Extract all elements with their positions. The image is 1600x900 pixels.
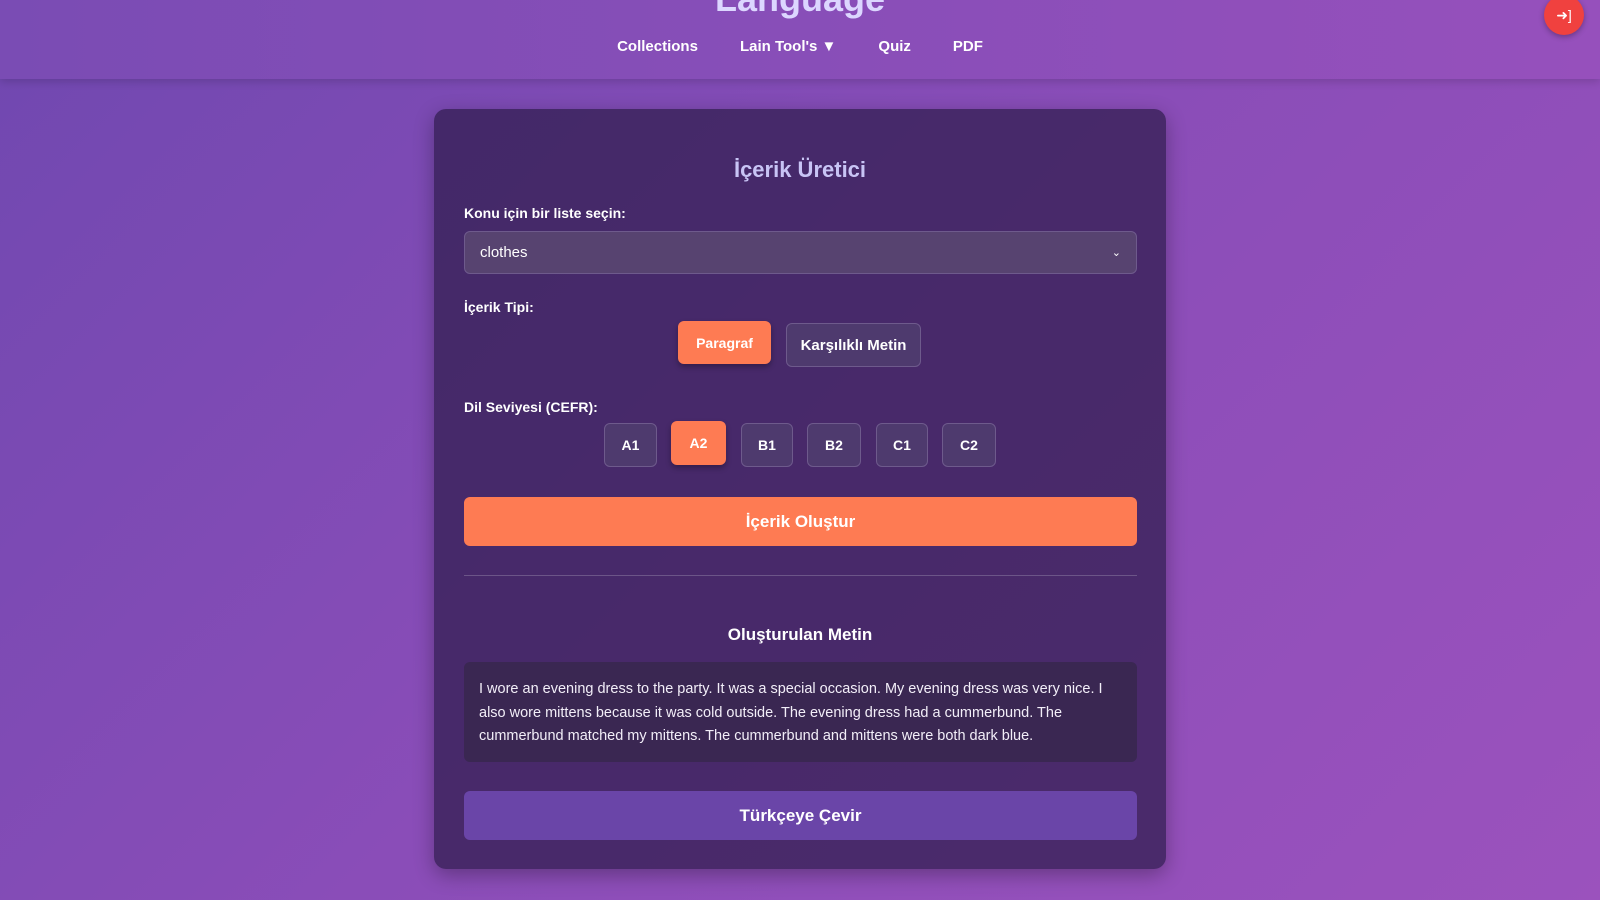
nav-pdf[interactable]: PDF: [953, 38, 983, 55]
generate-button[interactable]: İçerik Oluştur: [464, 497, 1137, 546]
level-b1-button[interactable]: B1: [741, 423, 793, 467]
nav-quiz[interactable]: Quiz: [878, 38, 911, 55]
level-c1-button[interactable]: C1: [876, 423, 928, 467]
type-paragraf-button[interactable]: Paragraf: [678, 321, 771, 364]
level-a2-button[interactable]: A2: [671, 421, 726, 465]
select-value: clothes: [480, 244, 528, 261]
level-label: Dil Seviyesi (CEFR):: [464, 399, 598, 415]
nav-collections[interactable]: Collections: [617, 38, 698, 55]
output-text: I wore an evening dress to the party. It…: [464, 662, 1137, 762]
header: Language Collections Lain Tool's ▼ Quiz …: [0, 0, 1600, 79]
level-c2-button[interactable]: C2: [942, 423, 996, 467]
chevron-down-icon: ⌄: [1111, 247, 1121, 259]
translate-button[interactable]: Türkçeye Çevir: [464, 791, 1137, 840]
type-label: İçerik Tipi:: [464, 299, 534, 315]
page-title: İçerik Üretici: [733, 157, 867, 182]
nav: Collections Lain Tool's ▼ Quiz PDF: [0, 38, 1600, 55]
level-b2-button[interactable]: B2: [807, 423, 861, 467]
type-dialogue-button[interactable]: Karşılıklı Metin: [786, 323, 921, 367]
list-label: Konu için bir liste seçin:: [464, 205, 626, 221]
sign-out-icon: ➜]: [1556, 6, 1572, 23]
content-generator-card: İçerik Üretici Konu için bir liste seçin…: [434, 109, 1166, 869]
nav-lain-tools[interactable]: Lain Tool's ▼: [740, 38, 836, 55]
list-select[interactable]: clothes ⌄: [464, 231, 1137, 274]
logout-button[interactable]: ➜]: [1544, 0, 1584, 35]
divider: [464, 575, 1137, 576]
logo[interactable]: Language: [0, 0, 1600, 20]
output-title: Oluşturulan Metin: [727, 625, 873, 644]
level-a1-button[interactable]: A1: [604, 423, 657, 467]
